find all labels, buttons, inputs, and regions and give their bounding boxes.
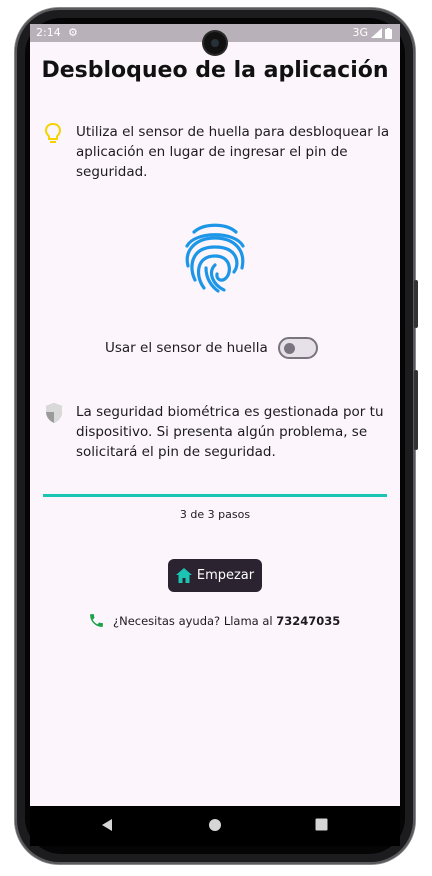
switch-knob xyxy=(284,343,295,354)
help-phone-number[interactable]: 73247035 xyxy=(276,614,340,628)
fingerprint-switch[interactable] xyxy=(278,337,318,359)
side-button xyxy=(414,280,418,328)
side-button xyxy=(414,370,418,450)
recents-icon[interactable] xyxy=(315,818,328,831)
shield-icon xyxy=(44,402,76,462)
home-nav-icon[interactable] xyxy=(208,818,222,832)
help-line: ¿Necesitas ayuda? Llama al 73247035 xyxy=(88,612,340,629)
fingerprint-toggle-row: Usar el sensor de huella xyxy=(30,336,400,364)
back-icon[interactable] xyxy=(100,818,114,832)
intro-text: Utiliza el sensor de huella para desbloq… xyxy=(76,124,390,180)
screen: 2:14 ⚙ 3G Desbloqueo de la aplicación Ut… xyxy=(30,24,400,806)
page-title: Desbloqueo de la aplicación xyxy=(41,58,389,83)
settings-icon: ⚙ xyxy=(68,26,78,39)
status-time: 2:14 xyxy=(36,26,61,39)
security-row: La seguridad biométrica es gestionada po… xyxy=(44,402,390,462)
progress-bar xyxy=(43,494,387,497)
toggle-label: Usar el sensor de huella xyxy=(105,340,268,356)
battery-icon xyxy=(385,27,392,39)
steps-label: 3 de 3 pasos xyxy=(179,508,251,521)
navigation-bar xyxy=(30,806,400,846)
intro-row: Utiliza el sensor de huella para desbloq… xyxy=(44,122,390,182)
start-button[interactable]: Empezar xyxy=(168,559,262,592)
front-camera xyxy=(204,32,226,54)
fingerprint-icon xyxy=(185,223,245,293)
status-icons: 3G xyxy=(352,24,392,42)
security-text: La seguridad biométrica es gestionada po… xyxy=(76,404,384,460)
home-icon xyxy=(175,568,192,583)
network-type: 3G xyxy=(352,26,368,39)
help-text: ¿Necesitas ayuda? Llama al xyxy=(113,613,277,628)
start-button-label: Empezar xyxy=(196,568,255,583)
lightbulb-icon xyxy=(44,122,76,182)
signal-icon xyxy=(371,28,382,38)
phone-icon[interactable] xyxy=(88,612,105,629)
